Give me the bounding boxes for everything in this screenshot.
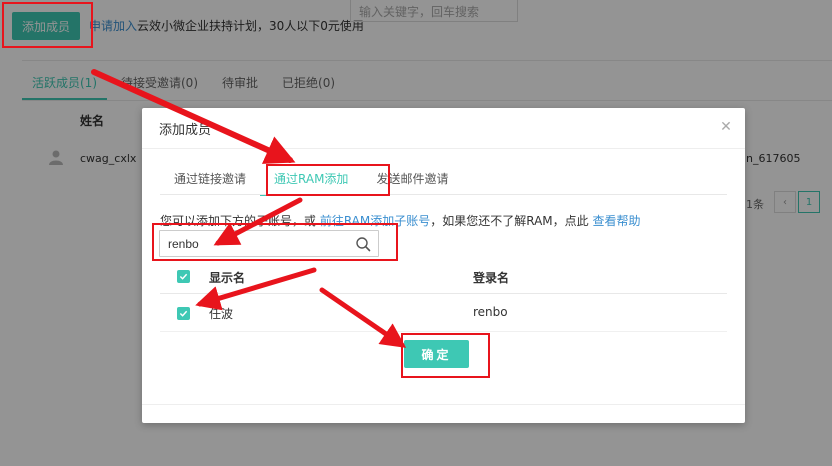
tab-add-by-ram[interactable]: 通过RAM添加: [260, 166, 363, 196]
select-all-checkbox[interactable]: [177, 270, 190, 283]
dialog-footer-divider: [142, 404, 745, 405]
dialog-title: 添加成员: [159, 123, 212, 138]
table-row: 任波 renbo: [160, 294, 727, 332]
goto-ram-link[interactable]: 前往RAM添加子账号: [320, 214, 430, 228]
search-icon[interactable]: [355, 236, 371, 252]
info-text-part1: 您可以添加下方的子账号，或: [160, 214, 320, 228]
row-login-name: renbo: [473, 305, 508, 319]
ram-search-input[interactable]: [160, 231, 346, 256]
dialog-tab-divider: [160, 194, 727, 195]
info-text-part2: ，如果您还不了解RAM，点此: [430, 214, 593, 228]
tab-invite-by-link[interactable]: 通过链接邀请: [160, 166, 260, 196]
dialog-header-divider: [142, 148, 745, 149]
confirm-button[interactable]: 确定: [404, 340, 469, 368]
check-icon: [179, 310, 188, 317]
close-icon[interactable]: ✕: [719, 120, 733, 134]
view-help-link[interactable]: 查看帮助: [592, 214, 640, 228]
tab-invite-by-email[interactable]: 发送邮件邀请: [362, 166, 462, 196]
row-checkbox[interactable]: [177, 307, 190, 320]
display-name-header: 显示名: [209, 271, 246, 285]
login-name-header: 登录名: [473, 271, 510, 285]
row-display-name: 任波: [209, 307, 234, 321]
ram-info-text: 您可以添加下方的子账号，或 前往RAM添加子账号，如果您还不了解RAM，点此 查…: [160, 212, 641, 229]
ram-search-box: [159, 230, 379, 257]
add-member-dialog: 添加成员 ✕ 通过链接邀请 通过RAM添加 发送邮件邀请 您可以添加下方的子账号…: [142, 108, 745, 423]
account-table-header: 显示名 登录名: [160, 258, 727, 294]
dialog-tabs: 通过链接邀请 通过RAM添加 发送邮件邀请: [160, 166, 462, 196]
check-icon: [179, 273, 188, 280]
